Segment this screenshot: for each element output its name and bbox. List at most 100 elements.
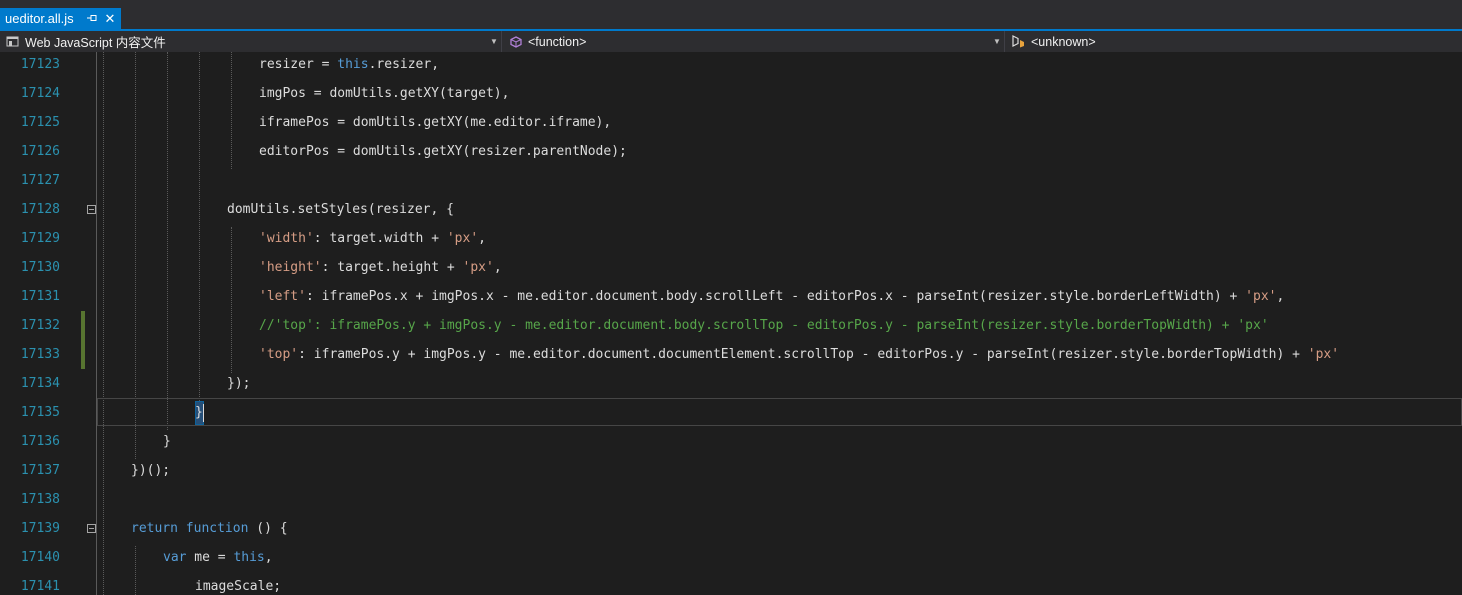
line-number: 17134 (20, 376, 60, 391)
code-text: var me = this, (163, 549, 273, 567)
project-dropdown[interactable]: Web JavaScript 内容文件 ▼ (0, 31, 502, 52)
code-line[interactable]: 17137 })(); (0, 458, 1462, 487)
code-token: resizer = (259, 57, 338, 72)
code-line[interactable]: 17124 imgPos = domUtils.getXY(target), (0, 81, 1462, 110)
code-token: domUtils.setStyles(resizer, { (227, 202, 454, 217)
code-token: .resizer, (368, 57, 440, 72)
code-token: } (163, 434, 171, 449)
string-token: 'left' (259, 289, 306, 304)
code-token: } (195, 405, 203, 420)
string-token: 'top' (259, 347, 299, 362)
keyword-token: this (337, 57, 369, 72)
line-number: 17126 (20, 144, 60, 159)
code-line[interactable]: 17141 imageScale; (0, 574, 1462, 595)
chevron-down-icon: ▼ (993, 37, 1001, 46)
code-token: : target.height + (321, 260, 463, 275)
line-number: 17132 (20, 318, 60, 333)
code-text: imageScale; (195, 578, 281, 595)
code-text: 'left': iframePos.x + imgPos.x - me.edit… (259, 288, 1284, 306)
keyword-token: this (233, 550, 265, 565)
keyword-token: return (131, 521, 178, 536)
code-line[interactable]: 17131 'left': iframePos.x + imgPos.x - me… (0, 284, 1462, 313)
line-number: 17138 (20, 492, 60, 507)
keyword-token: function (185, 521, 249, 536)
line-number: 17124 (20, 86, 60, 101)
code-line[interactable]: 17123 resizer = this.resizer, (0, 52, 1462, 81)
line-number: 17135 (20, 405, 60, 420)
line-number: 17137 (20, 463, 60, 478)
line-number: 17140 (20, 550, 60, 565)
code-text: resizer = this.resizer, (259, 56, 439, 74)
line-number: 17131 (20, 289, 60, 304)
line-number: 17129 (20, 231, 60, 246)
scope-dropdown[interactable]: <function> ▼ (503, 31, 1005, 52)
code-line[interactable]: 17140 var me = this, (0, 545, 1462, 574)
keyword-token: var (163, 550, 187, 565)
comment-token: //'top': iframePos.y + imgPos.y - me.edi… (259, 318, 1269, 333)
code-text: iframePos = domUtils.getXY(me.editor.ifr… (259, 114, 611, 132)
code-text: 'height': target.height + 'px', (259, 259, 502, 277)
code-token: })(); (131, 463, 171, 478)
code-line[interactable]: 17130 'height': target.height + 'px', (0, 255, 1462, 284)
line-number: 17133 (20, 347, 60, 362)
code-line[interactable]: 17139 return function () { (0, 516, 1462, 545)
function-cube-icon (507, 35, 525, 49)
code-token: , (478, 231, 486, 246)
line-number: 17136 (20, 434, 60, 449)
member-dropdown[interactable]: <unknown> (1006, 31, 1462, 52)
tab-title: ueditor.all.js (5, 11, 74, 26)
code-line[interactable]: 17134}); (0, 371, 1462, 400)
scope-label: <function> (528, 34, 587, 49)
code-line[interactable]: 17129 'width': target.width + 'px', (0, 226, 1462, 255)
chevron-down-icon: ▼ (490, 37, 498, 46)
code-token: : target.width + (313, 231, 447, 246)
code-line[interactable]: 17138 (0, 487, 1462, 516)
code-editor[interactable]: 17123 resizer = this.resizer, 17124 imgPos … (0, 52, 1462, 595)
code-token: : iframePos.y + imgPos.y - me.editor.doc… (298, 347, 1308, 362)
pin-icon[interactable] (85, 13, 99, 25)
code-text: 'top': iframePos.y + imgPos.y - me.edito… (259, 346, 1339, 364)
line-number: 17127 (20, 173, 60, 188)
code-token: imageScale; (195, 579, 282, 594)
code-token: , (1276, 289, 1285, 304)
string-token: 'px' (446, 231, 479, 246)
document-tab-ueditor[interactable]: ueditor.all.js ✕ (0, 8, 121, 29)
code-token: editorPos = domUtils.getXY(resizer.paren… (259, 144, 627, 159)
code-line[interactable]: 17136} (0, 429, 1462, 458)
code-text: }); (227, 375, 250, 393)
code-token: iframePos = domUtils.getXY(me.editor.ifr… (259, 115, 612, 130)
code-line[interactable]: 17127 (0, 168, 1462, 197)
string-token: 'px' (1245, 289, 1277, 304)
code-text: return function () { (131, 520, 288, 538)
code-token: : iframePos.x + imgPos.x - me.editor.doc… (305, 289, 1246, 304)
code-line[interactable]: 17132 //'top': iframePos.y + imgPos.y - m… (0, 313, 1462, 342)
code-token: , (493, 260, 502, 275)
code-text: imgPos = domUtils.getXY(target), (259, 85, 509, 103)
code-text: domUtils.setStyles(resizer, { (227, 201, 454, 219)
project-label: Web JavaScript 内容文件 (25, 36, 166, 50)
code-token: imgPos = domUtils.getXY(target), (259, 86, 510, 101)
line-number: 17139 (20, 521, 60, 536)
member-icon (1010, 35, 1028, 49)
close-icon[interactable]: ✕ (103, 11, 117, 27)
code-token: }); (227, 376, 251, 391)
line-number: 17130 (20, 260, 60, 275)
code-text: //'top': iframePos.y + imgPos.y - me.edi… (259, 317, 1269, 335)
string-token: 'px' (1307, 347, 1340, 362)
line-number: 17123 (20, 57, 60, 72)
javascript-file-icon (4, 35, 22, 49)
string-token: 'width' (259, 231, 314, 246)
code-line[interactable]: 17133 'top': iframePos.y + imgPos.y - me.… (0, 342, 1462, 371)
code-line[interactable]: 17125 iframePos = domUtils.getXY(me.edito… (0, 110, 1462, 139)
code-line[interactable]: 17128 domUtils.setStyles(resizer, { (0, 197, 1462, 226)
code-text: editorPos = domUtils.getXY(resizer.paren… (259, 143, 627, 161)
navigation-bar: Web JavaScript 内容文件 ▼ <function> ▼ <unkn… (0, 31, 1462, 52)
code-text: } (163, 433, 171, 451)
code-text: 'width': target.width + 'px', (259, 230, 486, 248)
code-line[interactable]: 17135} (0, 400, 1462, 429)
code-token: , (264, 550, 273, 565)
string-token: 'px' (462, 260, 494, 275)
code-line[interactable]: 17126 editorPos = domUtils.getXY(resizer.… (0, 139, 1462, 168)
string-token: 'height' (259, 260, 322, 275)
